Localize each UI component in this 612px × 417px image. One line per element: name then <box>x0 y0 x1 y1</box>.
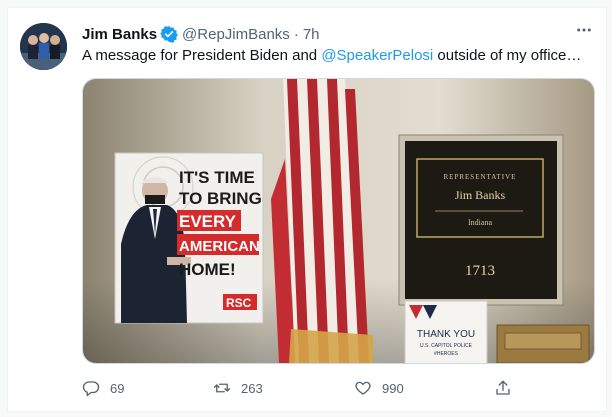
thank-you-line-1: THANK YOU <box>417 329 475 340</box>
more-options-icon[interactable] <box>572 20 596 40</box>
plaque-state: Indiana <box>468 218 492 227</box>
heart-icon <box>354 379 382 397</box>
poster-line-1: IT'S TIME <box>179 168 255 187</box>
retweet-button[interactable]: 263 <box>213 377 263 399</box>
verified-badge-icon <box>157 25 182 43</box>
poster-line-4: AMERICAN <box>179 238 260 255</box>
thank-you-line-2: U.S. CAPITOL POLICE <box>420 343 473 349</box>
poster-logo: RSC <box>226 296 252 310</box>
author-handle[interactable]: @RepJimBanks <box>182 26 290 43</box>
tweet-header: Jim Banks @RepJimBanks · 7h <box>82 24 592 44</box>
tweet-text-start: A message for President Biden and <box>82 47 322 64</box>
tweet-photo[interactable]: IT'S TIME TO BRING EVERY AMERICAN HOME! … <box>82 78 595 364</box>
avatar[interactable] <box>20 23 67 70</box>
poster-line-2: TO BRING <box>179 189 262 208</box>
reply-count: 69 <box>110 380 125 396</box>
separator-dot: · <box>293 25 299 43</box>
thank-you-line-3: #HEROES <box>434 351 459 357</box>
mention-link[interactable]: @SpeakerPelosi <box>321 47 433 64</box>
plaque-room-number: 1713 <box>465 263 495 279</box>
author-name[interactable]: Jim Banks <box>82 26 157 43</box>
reply-icon <box>82 379 110 397</box>
poster-line-3: EVERY <box>179 212 237 231</box>
poster-line-5: HOME! <box>179 260 236 279</box>
share-icon <box>494 379 522 397</box>
plaque-name: Jim Banks <box>455 188 506 202</box>
share-button[interactable] <box>494 377 522 399</box>
tweet-actions: 69 263 990 <box>82 377 522 399</box>
plaque-title: REPRESENTATIVE <box>444 173 517 181</box>
mail-slot <box>496 324 590 363</box>
tweet-text-end: outside of my office… <box>433 47 582 64</box>
tweet-text: A message for President Biden and @Speak… <box>82 46 592 66</box>
reply-button[interactable]: 69 <box>82 377 124 399</box>
like-count: 990 <box>382 380 404 396</box>
retweet-icon <box>213 379 241 397</box>
retweet-count: 263 <box>241 380 263 396</box>
timestamp[interactable]: 7h <box>303 26 320 43</box>
tweet-card[interactable]: Jim Banks @RepJimBanks · 7h A message fo… <box>7 7 607 412</box>
like-button[interactable]: 990 <box>354 377 404 399</box>
